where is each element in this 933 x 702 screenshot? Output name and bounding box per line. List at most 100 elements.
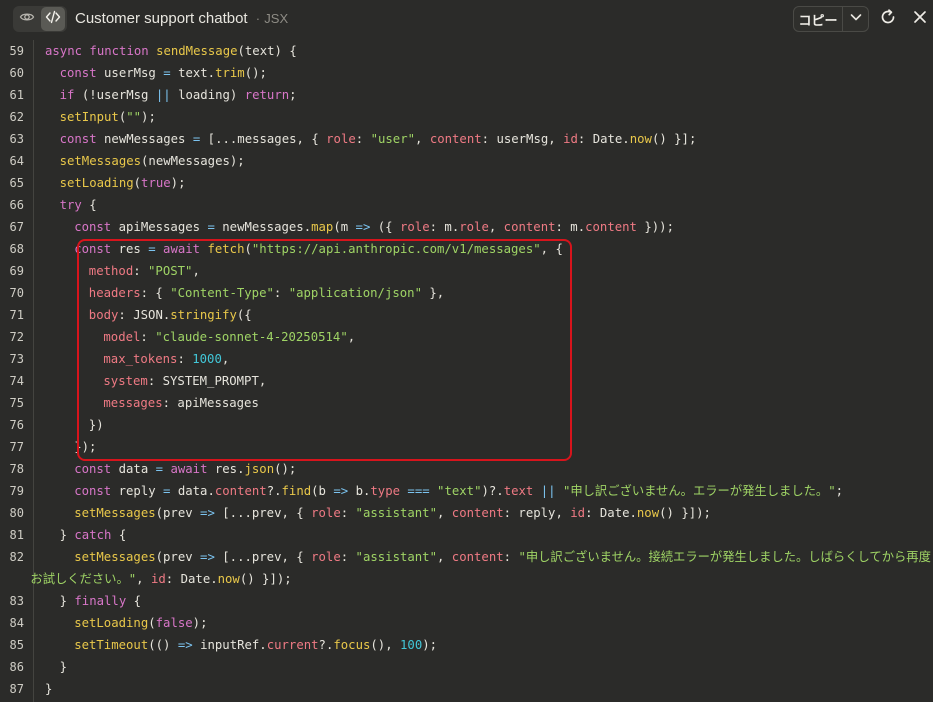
code-token: = xyxy=(207,220,223,234)
code-token: ); xyxy=(141,110,156,124)
code-line: お試しください。", id: Date.now() }]); xyxy=(0,568,933,590)
code-token: focus xyxy=(333,638,371,652)
code-token: お試しください。" xyxy=(30,572,137,586)
code-line: 85 setTimeout(() => inputRef.current?.foc… xyxy=(0,634,933,656)
code-text: } catch { xyxy=(60,524,127,546)
code-token: const xyxy=(74,462,119,476)
code-token: (newMessages); xyxy=(141,154,245,168)
code-token: ); xyxy=(170,176,186,190)
copy-button[interactable]: コピー xyxy=(794,7,842,31)
preview-toggle-button[interactable] xyxy=(15,7,39,31)
code-token: ; xyxy=(835,484,844,498)
code-token: id xyxy=(570,506,586,520)
code-token: } xyxy=(45,682,53,696)
code-token: sendMessage xyxy=(156,44,238,58)
code-token: false xyxy=(155,616,193,630)
code-token: : m. xyxy=(429,220,460,234)
code-token: if xyxy=(59,88,82,102)
code-token: ?. xyxy=(318,638,334,652)
code-line: 61 if (!userMsg || loading) return; xyxy=(0,84,933,106)
code-token: setMessages xyxy=(74,506,156,520)
code-line: 67 const apiMessages = newMessages.map(m … xyxy=(0,216,933,238)
code-token: = xyxy=(163,66,179,80)
code-token: (prev xyxy=(155,550,201,564)
code-line: 62 setInput(""); xyxy=(0,106,933,128)
code-token: setTimeout xyxy=(74,638,149,652)
code-token: : m. xyxy=(555,220,586,234)
code-text: setMessages(prev => [...prev, { role: "a… xyxy=(74,502,711,524)
line-number: 72 xyxy=(9,330,24,344)
line-number: 85 xyxy=(9,638,24,652)
code-text: const data = await res.json(); xyxy=(74,458,296,480)
close-button[interactable] xyxy=(910,9,930,29)
chevron-down-icon xyxy=(849,10,863,29)
code-token: type xyxy=(370,484,408,498)
code-text: const newMessages = [...messages, { role… xyxy=(60,128,697,150)
code-token: ({ xyxy=(377,220,400,234)
code-token: } xyxy=(59,528,75,542)
code-token: finally xyxy=(74,594,134,608)
code-token: => xyxy=(355,220,378,234)
code-token: { xyxy=(118,528,127,542)
code-token: content xyxy=(585,220,637,234)
code-token: setLoading xyxy=(74,616,149,630)
code-token: now xyxy=(629,132,652,146)
code-token: "申し訳ございません。エラーが発生しました。" xyxy=(562,484,836,498)
code-token: ( xyxy=(133,176,142,190)
code-token: : xyxy=(340,550,356,564)
code-token: const xyxy=(74,484,119,498)
code-text: setInput(""); xyxy=(60,106,156,128)
copy-options-button[interactable] xyxy=(843,7,869,31)
code-token: const xyxy=(74,220,119,234)
code-text: setMessages(prev => [...prev, { role: "a… xyxy=(74,546,931,568)
code-token: trim xyxy=(215,66,245,80)
code-token: function xyxy=(89,44,157,58)
code-token: ( xyxy=(148,616,156,630)
refresh-button[interactable] xyxy=(878,8,898,29)
code-token: (), xyxy=(370,638,401,652)
code-token: [...prev, { xyxy=(222,506,312,520)
line-number: 70 xyxy=(9,286,24,300)
code-toggle-button[interactable] xyxy=(41,7,65,31)
code-token: , xyxy=(415,132,430,146)
code-token: ?. xyxy=(266,484,282,498)
code-token: const xyxy=(59,66,105,80)
code-line: 64 setMessages(newMessages); xyxy=(0,150,933,172)
code-token: : Date. xyxy=(577,132,630,146)
code-token: || xyxy=(540,484,563,498)
code-token: : userMsg, xyxy=(481,132,564,146)
code-token: current xyxy=(266,638,319,652)
code-token: apiMessages xyxy=(118,220,208,234)
code-token: = xyxy=(192,132,208,146)
code-token: content xyxy=(429,132,482,146)
code-token: text xyxy=(503,484,541,498)
code-token: content xyxy=(451,506,504,520)
code-line: 81} catch { xyxy=(0,524,933,546)
code-line: 79 const reply = data.content?.find(b => … xyxy=(0,480,933,502)
code-token: , xyxy=(436,506,452,520)
code-token: (() xyxy=(148,638,178,652)
title-separator: · xyxy=(255,11,261,26)
code-token: { xyxy=(89,198,97,212)
code-line: 82 setMessages(prev => [...prev, { role: … xyxy=(0,546,933,568)
code-token: , xyxy=(136,572,151,586)
code-token: : xyxy=(503,550,519,564)
code-text: setLoading(false); xyxy=(74,612,207,634)
code-token: return xyxy=(244,88,290,102)
code-token: json xyxy=(244,462,275,476)
code-text: setMessages(newMessages); xyxy=(60,150,245,172)
code-token: 100 xyxy=(400,638,423,652)
code-token: try xyxy=(59,198,90,212)
code-text: } xyxy=(60,656,67,678)
code-token: content xyxy=(214,484,267,498)
code-token: content xyxy=(451,550,504,564)
code-token: : Date. xyxy=(585,506,637,520)
code-token: => xyxy=(177,638,201,652)
language-label: JSX xyxy=(264,11,289,26)
code-token: res. xyxy=(214,462,245,476)
code-token: true xyxy=(141,176,171,190)
title-text: Customer support chatbot xyxy=(75,10,248,27)
code-token: () }]; xyxy=(651,132,697,146)
line-number: 59 xyxy=(9,44,24,58)
code-token: now xyxy=(217,572,240,586)
